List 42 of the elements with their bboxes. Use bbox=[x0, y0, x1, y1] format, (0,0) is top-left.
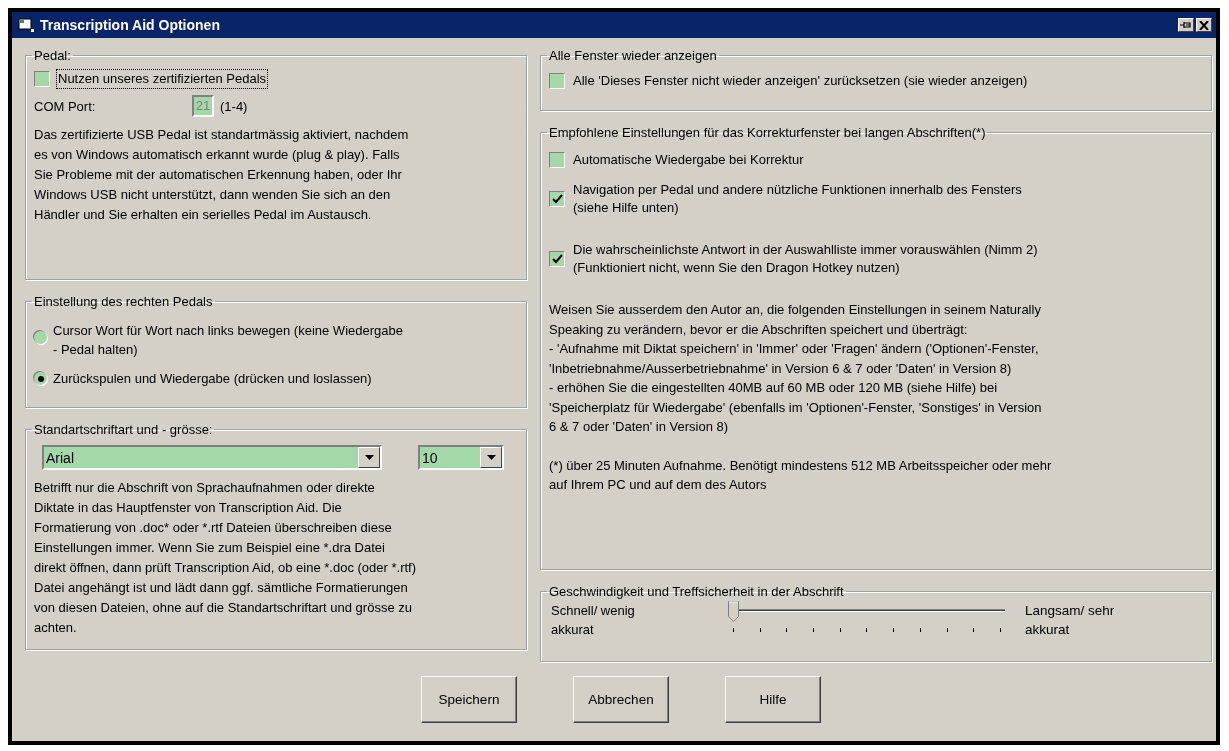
group-title: Geschwindigkeit und Treffsicherheit in der Abschrift bbox=[548, 584, 845, 599]
group-title: Alle Fenster wieder anzeigen bbox=[548, 48, 718, 63]
pin-icon bbox=[1180, 20, 1192, 30]
checkbox-label[interactable]: Die wahrscheinlichste Antwort in der Auswahlliste immer vorauswählen (Nimm 2) (Funktioniert nicht, wenn Sie den Dragon Hotkey nutzen) bbox=[571, 240, 1040, 278]
checkbox[interactable] bbox=[34, 71, 50, 87]
group-title: Standartschriftart und - grösse: bbox=[33, 422, 214, 437]
close-icon bbox=[1199, 20, 1209, 30]
pin-button[interactable] bbox=[1178, 18, 1194, 32]
radio-button[interactable] bbox=[34, 331, 47, 344]
description-text: Das zertifizierte USB Pedal ist standartmässig aktiviert, nachdem es von Windows automatisch erkannt wurde (plug & play). Falls Sie Probleme mit der automatischen Erkennung haben, oder Ihr Windows USB nicht unterstützt, dann wenden Sie sich an den Händler und Sie erhalten ein serielles Pedal im Austausch. bbox=[34, 126, 410, 224]
checkbox[interactable] bbox=[549, 191, 565, 207]
size-dropdown[interactable]: 10 bbox=[418, 445, 504, 470]
close-button[interactable] bbox=[1196, 18, 1212, 32]
group-title: Empfohlene Einstellungen für das Korrekturfenster bei langen Abschriften(*) bbox=[548, 125, 987, 140]
radio-button[interactable] bbox=[34, 372, 47, 385]
group-title: Einstellung des rechten Pedals bbox=[33, 294, 214, 309]
slider-thumb[interactable] bbox=[728, 601, 739, 622]
checkbox[interactable] bbox=[549, 152, 565, 168]
dialog-button[interactable]: Speichern bbox=[421, 676, 517, 723]
window-icon bbox=[18, 18, 34, 32]
caret-icon bbox=[486, 455, 496, 460]
radio-label[interactable]: Zurückspulen und Wiedergabe (drücken und loslassen) bbox=[53, 369, 372, 388]
dialog-button[interactable]: Abbrechen bbox=[573, 676, 669, 723]
checkbox[interactable] bbox=[549, 251, 565, 267]
instruction-text: Weisen Sie ausserdem den Autor an, die folgenden Einstellungen in seinem Naturally Speaking zu verändern, bevor er die Abschriften speichert und überträgt: - 'Aufnahme mit Diktat speichern' in 'Immer' oder 'Fragen' ändern ('Optionen'-Fenster, 'Inbetriebnahme/Ausserbetriebnahme' in Version 6 & 7 oder 'Daten' in Version 8) - erhöhen Sie die eingestellten 40MB auf 60 MB oder 120 MB (siehe Hilfe) bei 'Speicherplatz für Wiedergabe' (ebenfalls im 'Optionen'-Fenster, 'Sonstiges' in Version 6 & 7 oder 'Daten' in Version 8) bbox=[549, 301, 1043, 436]
dialog-button[interactable]: Hilfe bbox=[725, 676, 821, 723]
footnote-text: (*) über 25 Minuten Aufnahme. Benötigt mindestens 512 MB Arbeitsspeicher oder mehr auf Ihrem PC und auf dem des Autors bbox=[549, 456, 1053, 494]
group-title: Pedal: bbox=[33, 48, 72, 63]
font-dropdown[interactable]: Arial bbox=[42, 445, 382, 470]
caret-icon bbox=[364, 455, 374, 460]
window-title: Transcription Aid Optionen bbox=[40, 17, 221, 33]
field-label: COM Port: bbox=[34, 98, 97, 114]
checkbox-label[interactable]: Nutzen unseres zertifizierten Pedals bbox=[56, 69, 269, 89]
slider-min-label: Schnell/ wenig akkurat bbox=[550, 602, 636, 639]
checkbox-label[interactable]: Alle 'Dieses Fenster nicht wieder anzeigen' zurücksetzen (sie wieder anzeigen) bbox=[571, 71, 1030, 91]
checkbox[interactable] bbox=[549, 73, 565, 89]
checkbox-label[interactable]: Navigation per Pedal und andere nützliche Funktionen innerhalb des Fensters (siehe Hilfe unten) bbox=[571, 180, 1024, 218]
checkbox-label[interactable]: Automatische Wiedergabe bei Korrektur bbox=[571, 150, 806, 170]
radio-label[interactable]: Cursor Wort für Wort nach links bewegen (keine Wiedergabe - Pedal halten) bbox=[53, 321, 403, 359]
description-text: Betrifft nur die Abschrift von Sprachaufnahmen oder direkte Diktate in das Hauptfenster von Transcription Aid. Die Formatierung von .doc* oder *.rtf Dateien überschreiben diese Einstellungen immer. Wenn Sie zum Beispiel eine *.dra Datei direkt öffnen, dann prüft Transcription Aid, ob eine *.doc (oder *.rtf) Datei angehängt ist und lädt dann ggf. sämtliche Formatierungen von diesen Dateien, ohne auf die Standartschriftart und grösse zu achten. bbox=[34, 479, 418, 637]
range-hint: (1-4) bbox=[220, 98, 248, 114]
slider-max-label: Langsam/ sehr akkurat bbox=[1024, 602, 1115, 639]
